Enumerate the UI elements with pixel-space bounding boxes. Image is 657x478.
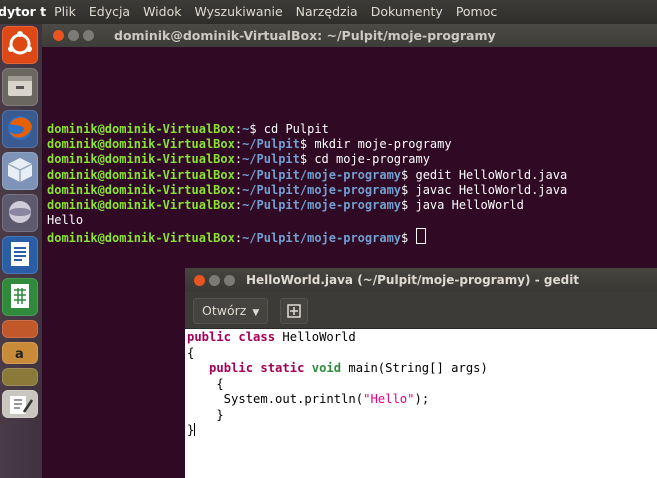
minimize-button[interactable]: [68, 30, 79, 41]
code-line: public static void main(String[] args): [209, 361, 488, 375]
ubuntu-dash-icon[interactable]: [2, 26, 38, 64]
active-app-name: dytor t: [0, 4, 47, 19]
chevron-down-icon: ▼: [252, 308, 260, 318]
terminal-output[interactable]: dominik@dominik-VirtualBox:~$ cd Pulpit d…: [47, 122, 652, 247]
terminal-titlebar[interactable]: dominik@dominik-VirtualBox: ~/Pulpit/moj…: [42, 24, 657, 47]
open-button-label: Otwórz: [202, 303, 247, 318]
gedit-toolbar: Otwórz ▼: [185, 292, 657, 329]
terminal-line: dominik@dominik-VirtualBox:~/Pulpit/moje…: [47, 167, 568, 182]
firefox-icon[interactable]: [2, 110, 38, 148]
program-output: Hello: [47, 213, 84, 228]
code-line: {: [187, 345, 195, 360]
file-manager-icon[interactable]: [2, 68, 38, 106]
libreoffice-impress-icon[interactable]: [2, 320, 38, 338]
app-launcher-icon[interactable]: [2, 368, 38, 386]
code-editor[interactable]: public class HelloWorld{ public static v…: [187, 330, 655, 439]
terminal-line: dominik@dominik-VirtualBox:~/Pulpit/moje…: [47, 182, 568, 197]
gedit-titlebar[interactable]: HelloWorld.java (~/Pulpit/moje-programy)…: [185, 268, 657, 292]
libreoffice-calc-icon[interactable]: [2, 278, 38, 316]
maximize-button[interactable]: [83, 30, 94, 41]
software-center-icon[interactable]: [2, 152, 38, 190]
gedit-maximize-button[interactable]: [224, 275, 235, 286]
new-document-button[interactable]: [280, 298, 308, 324]
terminal-line: dominik@dominik-VirtualBox:~$ cd Pulpit: [47, 122, 329, 136]
code-line: System.out.println("Hello");: [187, 392, 430, 406]
terminal-title: dominik@dominik-VirtualBox: ~/Pulpit/moj…: [114, 28, 496, 43]
top-menubar: dytor t Plik Edycja Widok Wyszukiwanie N…: [0, 0, 657, 24]
menu-edycja[interactable]: Edycja: [89, 4, 130, 19]
menu-pomoc[interactable]: Pomoc: [456, 4, 497, 19]
libreoffice-writer-icon[interactable]: [2, 236, 38, 274]
gedit-title: HelloWorld.java (~/Pulpit/moje-programy)…: [246, 273, 580, 287]
unity-launcher: a: [0, 24, 43, 478]
code-line: }: [187, 423, 196, 437]
menu-dokumenty[interactable]: Dokumenty: [371, 4, 443, 19]
system-settings-icon[interactable]: [2, 194, 38, 232]
code-line: {: [187, 376, 224, 391]
terminal-line: dominik@dominik-VirtualBox:~/Pulpit$ mkd…: [47, 137, 452, 152]
gedit-close-button[interactable]: [194, 275, 205, 286]
code-line: public class HelloWorld: [187, 330, 356, 344]
close-button[interactable]: [53, 30, 64, 41]
gedit-icon[interactable]: [2, 390, 38, 418]
open-button[interactable]: Otwórz ▼: [193, 298, 269, 324]
svg-text:a: a: [15, 347, 24, 360]
code-line: }: [187, 407, 224, 422]
terminal-line: dominik@dominik-VirtualBox:~/Pulpit/moje…: [47, 198, 524, 213]
gedit-minimize-button[interactable]: [209, 275, 220, 286]
menu-plik[interactable]: Plik: [54, 4, 76, 19]
text-cursor: [194, 423, 196, 436]
terminal-prompt: dominik@dominik-VirtualBox:~/Pulpit/moje…: [47, 228, 652, 246]
terminal-line: dominik@dominik-VirtualBox:~/Pulpit$ cd …: [47, 152, 430, 167]
amazon-icon[interactable]: a: [2, 342, 38, 364]
new-document-icon: [287, 304, 301, 318]
gedit-window[interactable]: HelloWorld.java (~/Pulpit/moje-programy)…: [185, 268, 657, 478]
menu-widok[interactable]: Widok: [143, 4, 181, 19]
menu-narzedzia[interactable]: Narzędzia: [296, 4, 358, 19]
menu-wyszukiwanie[interactable]: Wyszukiwanie: [194, 4, 282, 19]
terminal-cursor: [416, 228, 427, 245]
